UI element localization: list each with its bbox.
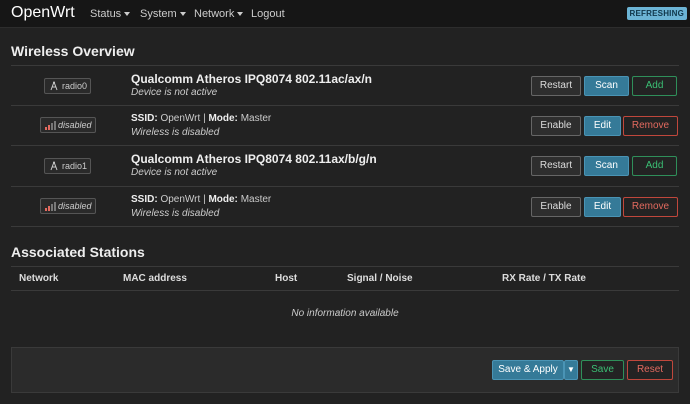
column-network[interactable]: Network — [19, 273, 58, 284]
nav-status[interactable]: Status — [90, 8, 131, 20]
mode-label: Mode: — [208, 113, 238, 124]
column-rx-tx-rate[interactable]: RX Rate / TX Rate — [502, 273, 586, 284]
save-button[interactable]: Save — [581, 360, 624, 380]
radio-device-row: radio1 Qualcomm Atheros IPQ8074 802.11ax… — [11, 146, 679, 187]
device-status: Device is not active — [131, 87, 218, 98]
chevron-down-icon: ▼ — [567, 365, 575, 374]
reset-button[interactable]: Reset — [627, 360, 673, 380]
nav-logout[interactable]: Logout — [251, 8, 285, 20]
nav-status-label: Status — [90, 8, 122, 20]
signal-disabled-icon — [45, 121, 56, 130]
nav-network-label: Network — [194, 8, 235, 20]
enable-button[interactable]: Enable — [531, 197, 581, 217]
stations-empty-message: No information available — [291, 308, 399, 319]
mode-label: Mode: — [208, 194, 238, 205]
radio-antenna-icon — [50, 161, 58, 171]
radio-antenna-icon — [50, 81, 58, 91]
restart-button[interactable]: Restart — [531, 76, 581, 96]
wifi-network-row: disabled SSID: OpenWrt | Mode: Master Wi… — [11, 106, 679, 146]
edit-button[interactable]: Edit — [584, 197, 621, 217]
wireless-overview-title: Wireless Overview — [11, 43, 135, 59]
scan-button[interactable]: Scan — [584, 76, 629, 96]
remove-button[interactable]: Remove — [623, 116, 678, 136]
remove-button[interactable]: Remove — [623, 197, 678, 217]
chevron-down-icon — [179, 12, 186, 17]
ssid-mode-line: SSID: OpenWrt | Mode: Master — [131, 194, 272, 205]
top-navbar: OpenWrt Status System Network Logout REF… — [0, 0, 690, 28]
device-status: Device is not active — [131, 167, 218, 178]
column-signal-noise[interactable]: Signal / Noise — [347, 273, 413, 284]
network-badge: disabled — [40, 198, 96, 214]
mode-value: Master — [240, 113, 272, 124]
save-apply-button[interactable]: Save & Apply — [492, 360, 564, 380]
nav-system-label: System — [140, 8, 177, 20]
associated-stations-title: Associated Stations — [11, 244, 145, 260]
device-title: Qualcomm Atheros IPQ8074 802.11ax/b/g/n — [131, 152, 377, 166]
enable-button[interactable]: Enable — [531, 116, 581, 136]
network-badge: disabled — [40, 117, 96, 133]
restart-button[interactable]: Restart — [531, 156, 581, 176]
radio-badge: radio0 — [44, 78, 92, 94]
ssid-mode-line: SSID: OpenWrt | Mode: Master — [131, 113, 272, 124]
scan-button[interactable]: Scan — [584, 156, 629, 176]
ssid-label: SSID: — [131, 194, 158, 205]
network-status: Wireless is disabled — [131, 208, 220, 219]
radio-device-row: radio0 Qualcomm Atheros IPQ8074 802.11ac… — [11, 65, 679, 106]
add-button[interactable]: Add — [632, 76, 677, 96]
radio-badge-label: radio1 — [62, 161, 88, 171]
signal-disabled-icon — [45, 202, 56, 211]
nav-network[interactable]: Network — [194, 8, 244, 20]
save-apply-dropdown[interactable]: ▼ — [564, 360, 578, 380]
mode-value: Master — [240, 194, 272, 205]
column-host[interactable]: Host — [275, 273, 297, 284]
radio-badge-label: radio0 — [62, 81, 88, 91]
network-status: Wireless is disabled — [131, 127, 220, 138]
network-badge-label: disabled — [58, 201, 92, 211]
device-title: Qualcomm Atheros IPQ8074 802.11ac/ax/n — [131, 72, 373, 86]
refreshing-badge[interactable]: REFRESHING — [626, 7, 687, 20]
radio-badge: radio1 — [44, 158, 92, 174]
column-mac-address[interactable]: MAC address — [123, 273, 187, 284]
chevron-down-icon — [124, 12, 131, 17]
page-actions-footer: Save & Apply ▼ Save Reset — [11, 347, 679, 393]
chevron-down-icon — [237, 12, 244, 17]
ssid-value: OpenWrt — [160, 194, 201, 205]
ssid-value: OpenWrt — [160, 113, 201, 124]
edit-button[interactable]: Edit — [584, 116, 621, 136]
nav-system[interactable]: System — [140, 8, 186, 20]
add-button[interactable]: Add — [632, 156, 677, 176]
nav-logout-label: Logout — [251, 8, 285, 20]
stations-table-header: Network MAC address Host Signal / Noise … — [11, 266, 679, 291]
wifi-network-row: disabled SSID: OpenWrt | Mode: Master Wi… — [11, 187, 679, 227]
network-badge-label: disabled — [58, 120, 92, 130]
ssid-label: SSID: — [131, 113, 158, 124]
brand-logo[interactable]: OpenWrt — [11, 4, 75, 22]
